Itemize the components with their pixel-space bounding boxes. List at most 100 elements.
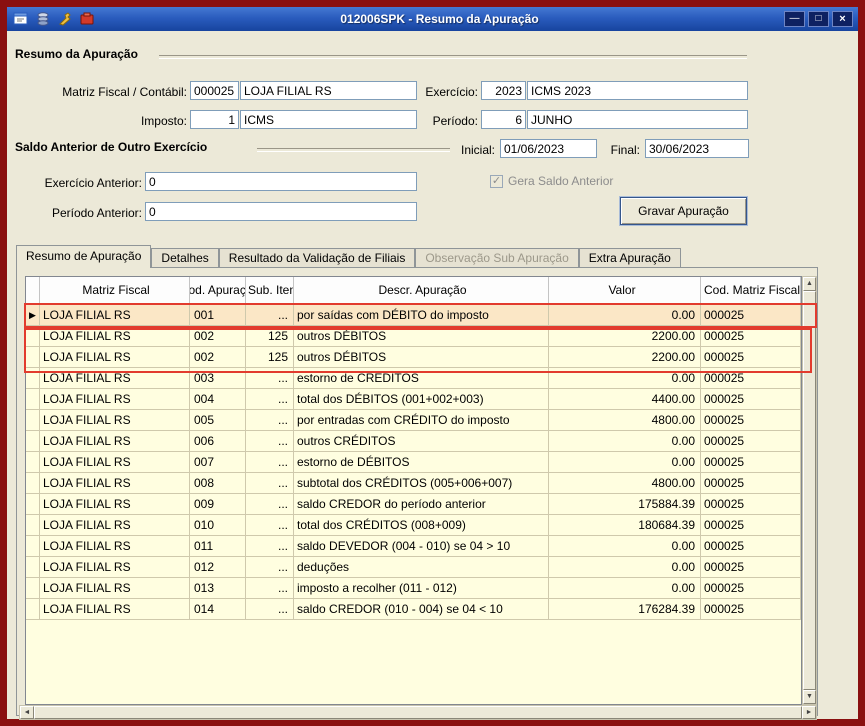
gravar-apuracao-button[interactable]: Gravar Apuração bbox=[620, 197, 747, 225]
column-header-valor[interactable]: Valor bbox=[549, 277, 701, 305]
cell-cod_matriz[interactable]: 000025 bbox=[701, 473, 801, 494]
tab-extra-apuracao[interactable]: Extra Apuração bbox=[579, 248, 681, 268]
cell-id_sub[interactable]: 125 bbox=[246, 347, 294, 368]
cell-valor[interactable]: 0.00 bbox=[549, 431, 701, 452]
table-row[interactable]: LOJA FILIAL RS011...saldo DEVEDOR (004 -… bbox=[26, 536, 801, 557]
column-header-id-sub-item[interactable]: Id Sub. Item bbox=[246, 277, 294, 305]
cell-valor[interactable]: 4400.00 bbox=[549, 389, 701, 410]
cell-cod_matriz[interactable]: 000025 bbox=[701, 515, 801, 536]
cell-cod_matriz[interactable]: 000025 bbox=[701, 347, 801, 368]
tab-resultado-validacao-filiais[interactable]: Resultado da Validação de Filiais bbox=[219, 248, 416, 268]
scroll-right-icon[interactable]: ► bbox=[802, 706, 816, 719]
cell-matriz[interactable]: LOJA FILIAL RS bbox=[40, 347, 190, 368]
cell-matriz[interactable]: LOJA FILIAL RS bbox=[40, 452, 190, 473]
table-row[interactable]: LOJA FILIAL RS014...saldo CREDOR (010 - … bbox=[26, 599, 801, 620]
cell-cod_matriz[interactable]: 000025 bbox=[701, 536, 801, 557]
cell-descr[interactable]: total dos DÉBITOS (001+002+003) bbox=[294, 389, 549, 410]
cell-id_sub[interactable]: ... bbox=[246, 494, 294, 515]
cell-valor[interactable]: 0.00 bbox=[549, 557, 701, 578]
cell-matriz[interactable]: LOJA FILIAL RS bbox=[40, 536, 190, 557]
exercicio-name-input[interactable] bbox=[527, 81, 748, 100]
cell-id_sub[interactable]: ... bbox=[246, 557, 294, 578]
cell-id_sub[interactable]: ... bbox=[246, 578, 294, 599]
cell-descr[interactable]: outros DÉBITOS bbox=[294, 347, 549, 368]
cell-matriz[interactable]: LOJA FILIAL RS bbox=[40, 578, 190, 599]
cell-id_sub[interactable]: 125 bbox=[246, 326, 294, 347]
table-row[interactable]: LOJA FILIAL RS002125outros DÉBITOS2200.0… bbox=[26, 347, 801, 368]
cell-cod_matriz[interactable]: 000025 bbox=[701, 494, 801, 515]
close-button[interactable]: × bbox=[832, 11, 853, 27]
cell-matriz[interactable]: LOJA FILIAL RS bbox=[40, 305, 190, 326]
inicial-date-input[interactable] bbox=[500, 139, 597, 158]
red-toolbox-icon[interactable] bbox=[79, 11, 95, 27]
cell-cod_matriz[interactable]: 000025 bbox=[701, 410, 801, 431]
cell-id_sub[interactable]: ... bbox=[246, 599, 294, 620]
cell-cod[interactable]: 010 bbox=[190, 515, 246, 536]
cell-valor[interactable]: 176284.39 bbox=[549, 599, 701, 620]
cell-descr[interactable]: por saídas com DÉBITO do imposto bbox=[294, 305, 549, 326]
cell-descr[interactable]: imposto a recolher (011 - 012) bbox=[294, 578, 549, 599]
cell-id_sub[interactable]: ... bbox=[246, 389, 294, 410]
horizontal-scrollbar[interactable]: ◄ ► bbox=[19, 705, 817, 720]
periodo-name-input[interactable] bbox=[527, 110, 748, 129]
cell-cod[interactable]: 014 bbox=[190, 599, 246, 620]
matriz-code-input[interactable] bbox=[190, 81, 239, 100]
column-header-cod-apuracao[interactable]: Cod. Apuração bbox=[190, 277, 246, 305]
vertical-scroll-thumb[interactable] bbox=[803, 291, 816, 690]
cell-valor[interactable]: 4800.00 bbox=[549, 473, 701, 494]
cell-cod_matriz[interactable]: 000025 bbox=[701, 389, 801, 410]
cell-valor[interactable]: 2200.00 bbox=[549, 347, 701, 368]
gera-saldo-checkbox[interactable]: ✓ Gera Saldo Anterior bbox=[490, 174, 613, 188]
cell-id_sub[interactable]: ... bbox=[246, 431, 294, 452]
cell-cod_matriz[interactable]: 000025 bbox=[701, 578, 801, 599]
cell-cod_matriz[interactable]: 000025 bbox=[701, 368, 801, 389]
cell-cod[interactable]: 009 bbox=[190, 494, 246, 515]
column-header-matriz-fiscal[interactable]: Matriz Fiscal bbox=[40, 277, 190, 305]
cell-descr[interactable]: outros CRÉDITOS bbox=[294, 431, 549, 452]
cell-valor[interactable]: 0.00 bbox=[549, 305, 701, 326]
periodo-anterior-input[interactable] bbox=[145, 202, 417, 221]
cell-cod_matriz[interactable]: 000025 bbox=[701, 431, 801, 452]
table-row[interactable]: LOJA FILIAL RS002125outros DÉBITOS2200.0… bbox=[26, 326, 801, 347]
wrench-icon[interactable] bbox=[57, 11, 73, 27]
cell-matriz[interactable]: LOJA FILIAL RS bbox=[40, 557, 190, 578]
cell-cod[interactable]: 002 bbox=[190, 326, 246, 347]
column-header-descr-apuracao[interactable]: Descr. Apuração bbox=[294, 277, 549, 305]
exercicio-code-input[interactable] bbox=[481, 81, 526, 100]
table-row[interactable]: LOJA FILIAL RS004...total dos DÉBITOS (0… bbox=[26, 389, 801, 410]
cell-id_sub[interactable]: ... bbox=[246, 305, 294, 326]
imposto-code-input[interactable] bbox=[190, 110, 239, 129]
cell-cod[interactable]: 012 bbox=[190, 557, 246, 578]
vertical-scrollbar[interactable]: ▲ ▼ bbox=[802, 276, 817, 705]
cell-cod[interactable]: 001 bbox=[190, 305, 246, 326]
table-row[interactable]: LOJA FILIAL RS006...outros CRÉDITOS0.000… bbox=[26, 431, 801, 452]
cell-cod_matriz[interactable]: 000025 bbox=[701, 452, 801, 473]
cell-valor[interactable]: 2200.00 bbox=[549, 326, 701, 347]
cell-descr[interactable]: outros DÉBITOS bbox=[294, 326, 549, 347]
cell-matriz[interactable]: LOJA FILIAL RS bbox=[40, 599, 190, 620]
cell-descr[interactable]: saldo CREDOR (010 - 004) se 04 < 10 bbox=[294, 599, 549, 620]
table-row[interactable]: LOJA FILIAL RS007...estorno de DÉBITOS0.… bbox=[26, 452, 801, 473]
cell-cod[interactable]: 007 bbox=[190, 452, 246, 473]
cell-valor[interactable]: 0.00 bbox=[549, 536, 701, 557]
cell-matriz[interactable]: LOJA FILIAL RS bbox=[40, 431, 190, 452]
cell-id_sub[interactable]: ... bbox=[246, 473, 294, 494]
cell-valor[interactable]: 175884.39 bbox=[549, 494, 701, 515]
table-row[interactable]: LOJA FILIAL RS010...total dos CRÉDITOS (… bbox=[26, 515, 801, 536]
tab-resumo-de-apuracao[interactable]: Resumo de Apuração bbox=[16, 245, 151, 268]
cell-cod[interactable]: 011 bbox=[190, 536, 246, 557]
table-row[interactable]: ▶LOJA FILIAL RS001...por saídas com DÉBI… bbox=[26, 305, 801, 326]
cell-cod[interactable]: 008 bbox=[190, 473, 246, 494]
cell-descr[interactable]: por entradas com CRÉDITO do imposto bbox=[294, 410, 549, 431]
scroll-down-icon[interactable]: ▼ bbox=[803, 690, 816, 704]
cell-cod_matriz[interactable]: 000025 bbox=[701, 305, 801, 326]
cell-descr[interactable]: total dos CRÉDITOS (008+009) bbox=[294, 515, 549, 536]
cell-id_sub[interactable]: ... bbox=[246, 452, 294, 473]
exercicio-anterior-input[interactable] bbox=[145, 172, 417, 191]
cell-descr[interactable]: estorno de CRÉDITOS bbox=[294, 368, 549, 389]
tab-detalhes[interactable]: Detalhes bbox=[151, 248, 218, 268]
cell-matriz[interactable]: LOJA FILIAL RS bbox=[40, 326, 190, 347]
cell-cod[interactable]: 002 bbox=[190, 347, 246, 368]
cell-matriz[interactable]: LOJA FILIAL RS bbox=[40, 473, 190, 494]
cell-cod_matriz[interactable]: 000025 bbox=[701, 326, 801, 347]
